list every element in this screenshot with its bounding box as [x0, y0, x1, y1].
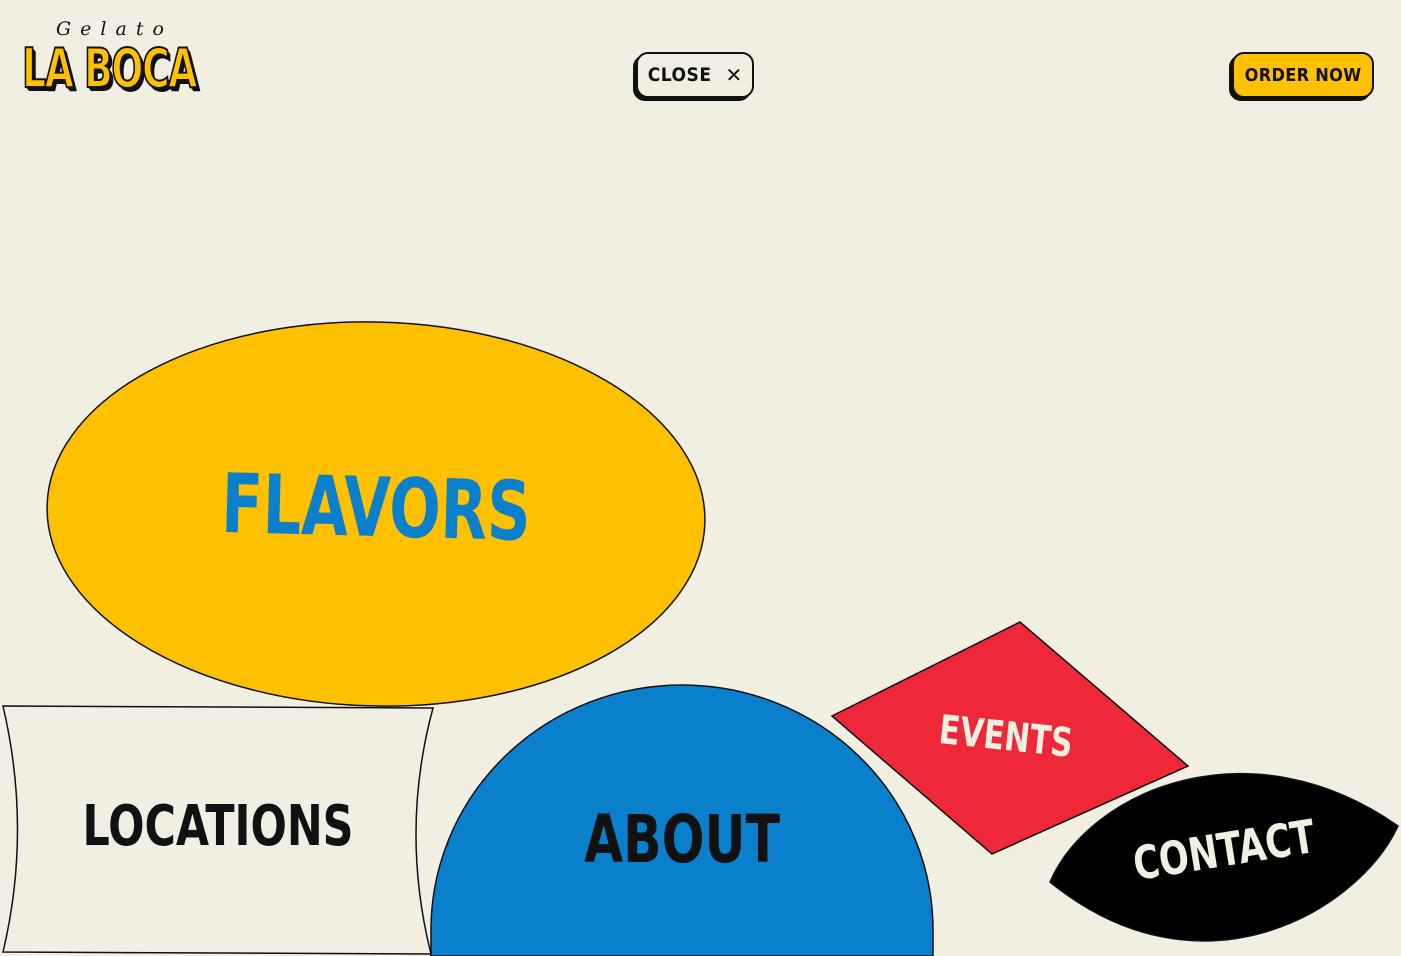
menu-shapes: FLAVORS LOCATIONS ABOUT EVENTS CONTACT — [2, 313, 1399, 956]
menu-item-locations[interactable]: LOCATIONS — [2, 705, 434, 955]
menu-item-flavors[interactable]: FLAVORS — [42, 313, 710, 714]
flavors-label: FLAVORS — [220, 455, 532, 559]
menu-overlay: Gelato LA BOCA CLOSE ✕ ORDER NOW FLAVORS… — [0, 0, 1401, 956]
locations-label: LOCATIONS — [83, 794, 354, 859]
about-label: ABOUT — [584, 802, 780, 879]
